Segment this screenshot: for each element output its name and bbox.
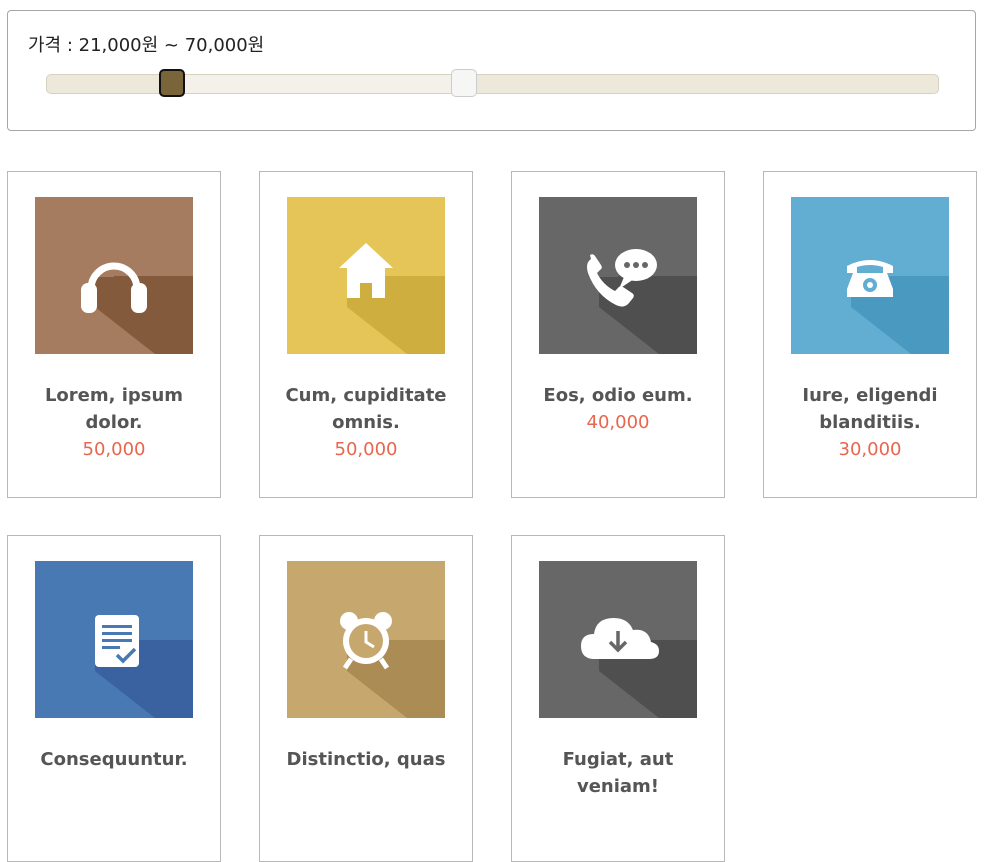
product-title: Distinctio, quas (286, 749, 446, 770)
phone-chat-icon (539, 197, 697, 354)
product-price: 50,000 (82, 439, 146, 460)
cloud-download-icon (539, 561, 697, 718)
product-price: 40,000 (586, 412, 650, 433)
home-icon (287, 197, 445, 354)
slider-max-handle[interactable] (450, 69, 477, 97)
product-card[interactable]: Consequuntur. (7, 535, 221, 862)
product-price: 50,000 (334, 439, 398, 460)
product-title: Fugiat, aut veniam! (562, 749, 674, 797)
price-range-slider[interactable] (46, 69, 939, 97)
product-card[interactable]: Fugiat, aut veniam! (511, 535, 725, 862)
product-title: Iure, eligendi blanditiis. 30,000 (774, 382, 966, 463)
product-price: 30,000 (838, 439, 902, 460)
product-title: Eos, odio eum. 40,000 (522, 382, 714, 436)
price-filter-panel: 가격 : 21,000원 ~ 70,000원 (7, 10, 976, 131)
product-title: Cum, cupiditate omnis. 50,000 (270, 382, 462, 463)
price-range-label: 가격 : 21,000원 ~ 70,000원 (28, 35, 265, 56)
slider-selected-range (172, 75, 464, 93)
document-check-icon (35, 561, 193, 718)
telephone-icon (791, 197, 949, 354)
product-card[interactable]: Eos, odio eum. 40,000 (511, 171, 725, 498)
product-title: Consequuntur. (40, 749, 188, 770)
product-card[interactable]: Distinctio, quas (259, 535, 473, 862)
product-title: Lorem, ipsum dolor. 50,000 (18, 382, 210, 463)
product-card[interactable]: Cum, cupiditate omnis. 50,000 (259, 171, 473, 498)
product-card[interactable]: Lorem, ipsum dolor. 50,000 (7, 171, 221, 498)
headphones-icon (35, 197, 193, 354)
alarm-clock-icon (287, 561, 445, 718)
slider-min-handle[interactable] (159, 69, 186, 97)
product-card[interactable]: Iure, eligendi blanditiis. 30,000 (763, 171, 977, 498)
